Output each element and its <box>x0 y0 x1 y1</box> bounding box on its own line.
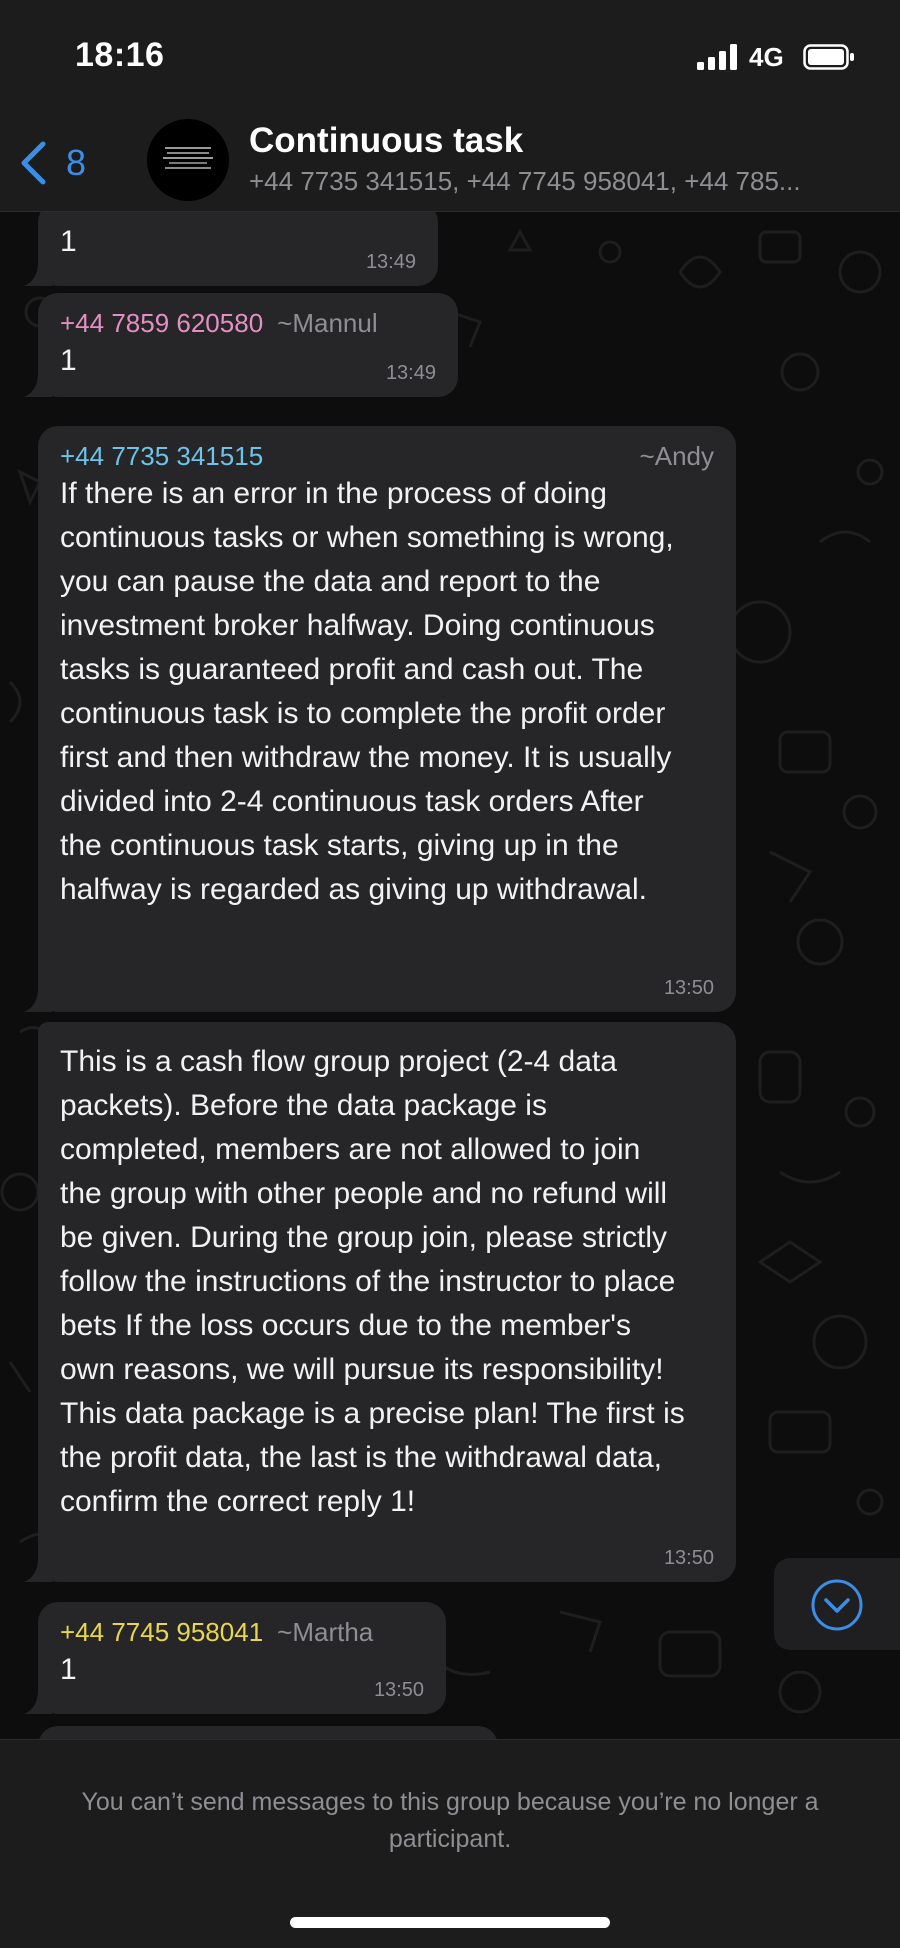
chat-header: 8 Continuous task +44 7735 341515, +44 7… <box>0 115 900 212</box>
message-time: 13:49 <box>385 362 436 384</box>
sender-phone[interactable]: +44 7859 620580 <box>60 308 263 338</box>
message-bubble[interactable]: +44 7745 958041 ~Martha 1 13:50 <box>24 1602 446 1714</box>
message-bubble-partial <box>38 1726 498 1739</box>
sender-line: +44 7859 620580 ~Mannul <box>60 307 436 339</box>
unread-count: 8 <box>66 142 87 183</box>
bubble-tail <box>24 262 52 286</box>
message-time: 13:49 <box>365 251 416 273</box>
chat-area[interactable]: 1 13:49 +44 7859 620580 ~Mannul 1 13:49 +… <box>0 212 900 1739</box>
message-time: 13:50 <box>663 1547 714 1569</box>
message-text: 1 <box>60 1653 77 1686</box>
chevron-down-circle-icon <box>811 1579 863 1631</box>
status-time: 18:16 <box>75 36 165 74</box>
scroll-to-bottom-button[interactable] <box>774 1558 900 1650</box>
sender-alias: ~Mannul <box>277 308 378 338</box>
message-time: 13:50 <box>663 977 714 999</box>
message-bubble[interactable]: +44 7859 620580 ~Mannul 1 13:49 <box>24 293 458 397</box>
sender-alias: ~Martha <box>277 1617 374 1647</box>
message-bubble[interactable]: 1 13:49 <box>24 212 438 286</box>
bubble-tail <box>24 1690 52 1714</box>
signal-icon <box>697 44 737 70</box>
group-avatar[interactable] <box>147 119 229 201</box>
message-text: 1 <box>60 344 77 377</box>
message-text: 1 <box>60 225 77 258</box>
message-text: This is a cash flow group project (2-4 d… <box>60 1045 685 1518</box>
sender-phone[interactable]: +44 7735 341515 <box>60 440 263 472</box>
group-title[interactable]: Continuous task <box>249 121 523 161</box>
sender-line: +44 7745 958041 ~Martha <box>60 1616 424 1648</box>
status-bar: 18:16 4G <box>0 0 900 115</box>
bubble-tail <box>24 373 52 397</box>
chevron-left-icon <box>21 141 46 185</box>
bubble-tail <box>24 988 52 1012</box>
message-text: If there is an error in the process of d… <box>60 477 674 906</box>
battery-icon <box>803 44 854 70</box>
not-participant-notice: You can’t send messages to this group be… <box>81 1788 819 1853</box>
sender-line: +44 7735 341515 ~Andy <box>60 440 714 472</box>
footer: You can’t send messages to this group be… <box>0 1739 900 1948</box>
sender-alias: ~Andy <box>639 441 714 471</box>
sender-phone[interactable]: +44 7745 958041 <box>60 1617 263 1647</box>
network-type: 4G <box>749 42 784 72</box>
back-button[interactable]: 8 <box>18 135 86 191</box>
group-members[interactable]: +44 7735 341515, +44 7745 958041, +44 78… <box>249 166 879 197</box>
home-indicator[interactable] <box>290 1917 610 1928</box>
group-logo-icon <box>163 147 213 169</box>
message-bubble[interactable]: +44 7735 341515 ~Andy If there is an err… <box>24 426 736 1012</box>
bubble-tail <box>24 1558 52 1582</box>
message-bubble[interactable]: This is a cash flow group project (2-4 d… <box>24 1022 736 1582</box>
message-time: 13:50 <box>373 1679 424 1701</box>
